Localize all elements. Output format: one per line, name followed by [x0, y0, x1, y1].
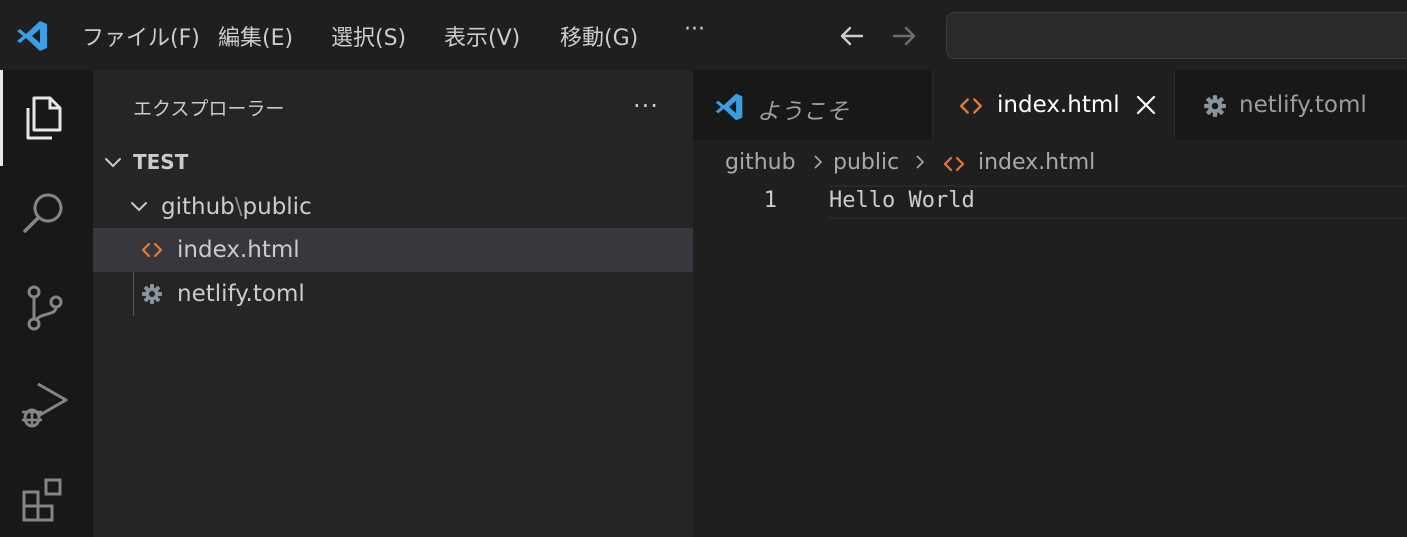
chevron-right-icon [916, 155, 925, 169]
html-code-icon [959, 98, 983, 114]
file-label: netlify.toml [177, 281, 305, 307]
active-indicator [0, 70, 3, 166]
editor-area: ようこそ index.html netlify.toml github publ… [693, 70, 1407, 537]
file-row-index-html[interactable]: index.html [93, 228, 693, 272]
title-bar: ファイル(F) 編集(E) 選択(S) 表示(V) 移動(G) ··· [0, 0, 1407, 70]
sidebar-title: エクスプローラー [133, 98, 285, 120]
folder-label: github\public [161, 194, 312, 220]
file-row-netlify-toml[interactable]: netlify.toml [93, 272, 693, 316]
activity-bar [0, 70, 93, 537]
search-icon[interactable] [16, 184, 72, 240]
html-code-icon [943, 156, 965, 172]
chevron-down-icon [131, 202, 147, 212]
folder-row-github-public[interactable]: github\public [93, 184, 693, 228]
menu-view[interactable]: 表示(V) [444, 20, 520, 52]
tab-index-html[interactable]: index.html [933, 70, 1175, 140]
vscode-logo-icon [715, 93, 743, 121]
breadcrumb-item-index-html[interactable]: index.html [978, 150, 1095, 175]
forward-arrow-icon[interactable] [886, 18, 922, 54]
menu-more-button[interactable]: ··· [684, 17, 705, 42]
tab-label: index.html [997, 92, 1120, 118]
folder-name-github: github [161, 194, 235, 220]
breadcrumb-item-public[interactable]: public [833, 150, 899, 175]
gear-icon [142, 284, 162, 304]
close-icon[interactable] [1135, 94, 1157, 116]
gear-icon [1204, 95, 1226, 117]
html-code-icon [141, 242, 163, 258]
menu-file[interactable]: ファイル(F) [82, 20, 200, 52]
file-label: index.html [177, 237, 300, 263]
explorer-sidebar: エクスプローラー ··· TEST github\public index.ht… [93, 70, 693, 537]
code-line-text[interactable]: Hello World [829, 188, 975, 213]
command-center-search[interactable] [946, 12, 1407, 59]
tab-welcome[interactable]: ようこそ [693, 70, 933, 140]
section-label: TEST [133, 150, 189, 174]
menu-edit[interactable]: 編集(E) [218, 20, 293, 52]
run-debug-icon[interactable] [16, 376, 72, 432]
line-number: 1 [763, 188, 777, 213]
menu-selection[interactable]: 選択(S) [331, 20, 406, 52]
menu-go[interactable]: 移動(G) [560, 20, 638, 52]
breadcrumb-item-github[interactable]: github [725, 150, 796, 175]
vscode-logo-icon [17, 21, 47, 51]
extensions-icon[interactable] [16, 472, 72, 528]
back-arrow-icon[interactable] [834, 18, 870, 54]
chevron-down-icon [105, 158, 121, 168]
tab-bar: ようこそ index.html netlify.toml [693, 70, 1407, 140]
tab-label: ようこそ [757, 99, 849, 125]
tab-label: netlify.toml [1239, 92, 1367, 118]
explorer-icon[interactable] [16, 90, 72, 146]
section-header-test[interactable]: TEST [93, 140, 693, 184]
folder-path-separator: \ [234, 194, 243, 220]
tab-netlify-toml[interactable]: netlify.toml [1175, 70, 1407, 140]
source-control-icon[interactable] [16, 280, 72, 336]
folder-name-public: public [242, 194, 312, 220]
chevron-right-icon [814, 155, 823, 169]
sidebar-more-button[interactable]: ··· [633, 92, 659, 120]
